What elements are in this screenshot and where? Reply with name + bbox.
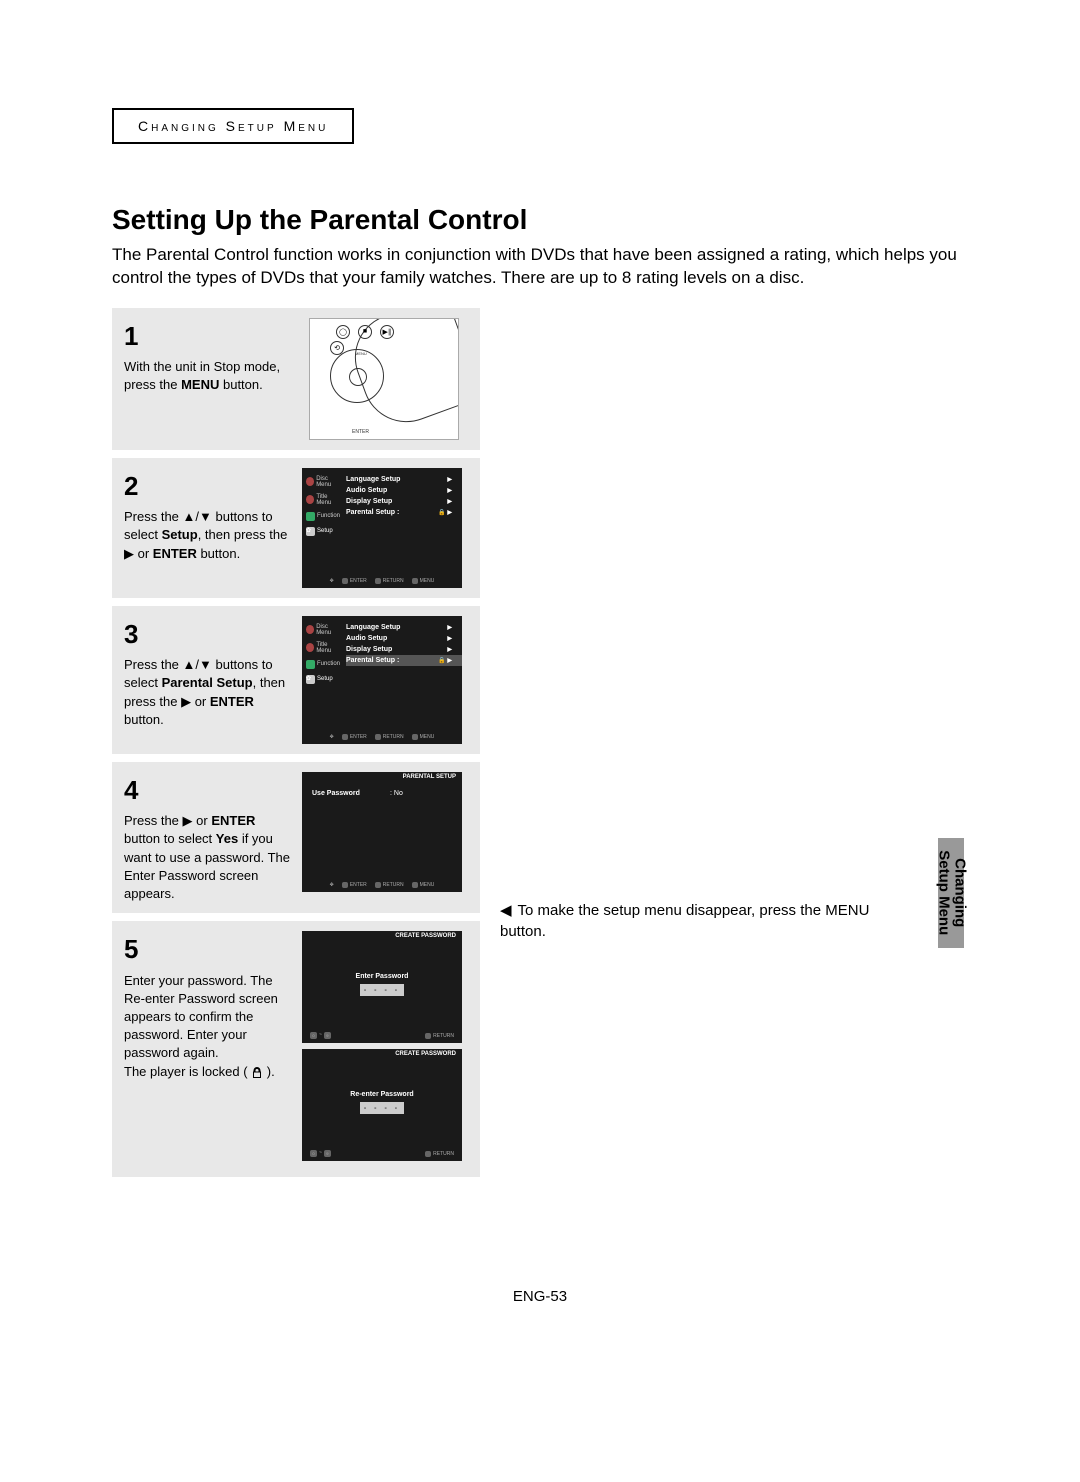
step-4-text: 4 Press the ▶ or ENTER button to select …: [124, 772, 292, 903]
step-2-text: 2 Press the ▲/▼ buttons to select Setup,…: [124, 468, 292, 563]
step-4: 4 Press the ▶ or ENTER button to select …: [112, 762, 480, 913]
enter-password-label: Enter Password: [302, 973, 462, 980]
step-number: 2: [124, 468, 292, 504]
use-password-label: Use Password: [312, 790, 360, 797]
step-5-text: 5 Enter your password. The Re-enter Pass…: [124, 931, 292, 1081]
step-1: 1 With the unit in Stop mode, press the …: [112, 308, 480, 450]
manual-page: Changing Setup Menu Setting Up the Paren…: [112, 108, 972, 1185]
osd-header: CREATE PASSWORD: [395, 1051, 456, 1057]
steps-column: 1 With the unit in Stop mode, press the …: [112, 308, 480, 1177]
osd-header: PARENTAL SETUP: [403, 774, 456, 780]
step-1-text: 1 With the unit in Stop mode, press the …: [124, 318, 292, 395]
page-number: ENG-53: [0, 1288, 1080, 1305]
step-2: 2 Press the ▲/▼ buttons to select Setup,…: [112, 458, 480, 598]
osd-screenshot: Disc Menu Title Menu Function ✿Setup Lan…: [302, 468, 466, 588]
osd-screenshot: Disc Menu Title Menu Function ✿Setup Lan…: [302, 616, 466, 744]
reenter-password-label: Re-enter Password: [302, 1091, 462, 1098]
step-3-text: 3 Press the ▲/▼ buttons to select Parent…: [124, 616, 292, 729]
triangle-left-icon: ◀: [500, 900, 512, 921]
step-number: 1: [124, 318, 292, 354]
step-number: 3: [124, 616, 292, 652]
step-number: 4: [124, 772, 292, 808]
lock-icon: [251, 1066, 263, 1078]
intro-text: The Parental Control function works in c…: [112, 244, 972, 290]
page-title: Setting Up the Parental Control: [112, 204, 972, 236]
osd-header: CREATE PASSWORD: [395, 933, 456, 939]
note-text: ◀To make the setup menu disappear, press…: [500, 900, 870, 942]
remote-menu-label: MENU: [355, 351, 367, 356]
remote-enter-label: ENTER: [352, 429, 369, 435]
step-number: 5: [124, 931, 292, 967]
osd-screenshot: CREATE PASSWORD Enter Password - - - - 0…: [302, 931, 466, 1167]
osd-screenshot: PARENTAL SETUP Use Password : No ✥ ENTER…: [302, 772, 466, 892]
section-header-text: Changing Setup Menu: [138, 118, 328, 134]
password-field: - - - -: [360, 984, 404, 996]
step-5: 5 Enter your password. The Re-enter Pass…: [112, 921, 480, 1177]
remote-illustration: ◯■▶∥ ⟲ MENU ENTER: [302, 318, 466, 440]
section-header: Changing Setup Menu: [112, 108, 354, 144]
step-3: 3 Press the ▲/▼ buttons to select Parent…: [112, 606, 480, 754]
password-field: - - - -: [360, 1102, 404, 1114]
use-password-value: : No: [390, 790, 403, 797]
section-side-tab: ChangingSetup Menu: [938, 838, 964, 948]
